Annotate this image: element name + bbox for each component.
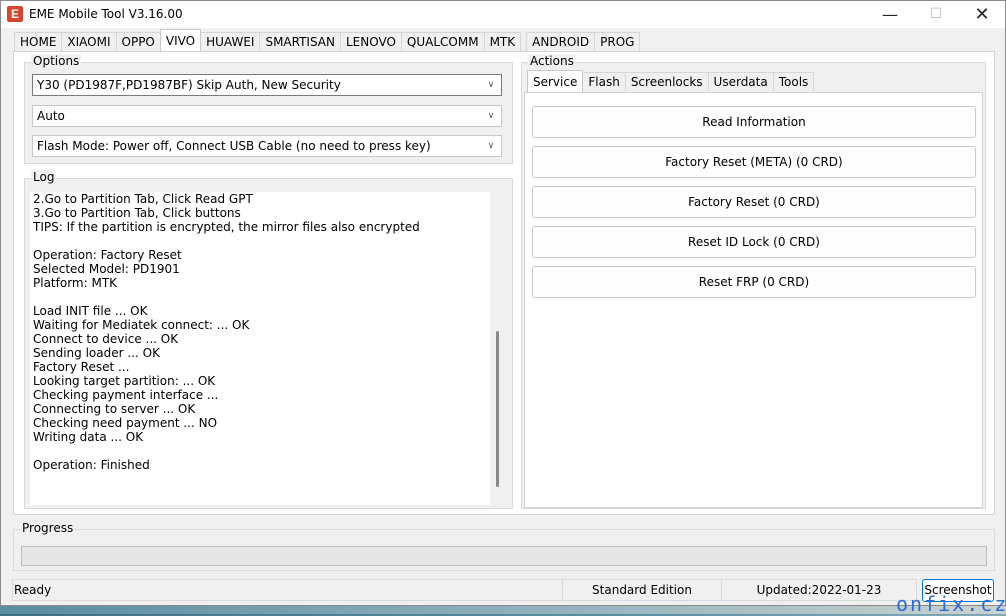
status-text: Ready xyxy=(14,583,52,597)
app-window: E EME Mobile Tool V3.16.00 — ☐ ✕ HOME XI… xyxy=(0,0,1006,606)
log-scrollbar[interactable] xyxy=(490,192,506,505)
log-line: Factory Reset ... xyxy=(33,360,130,374)
tab-qualcomm[interactable]: QUALCOMM xyxy=(400,32,485,51)
close-button[interactable]: ✕ xyxy=(959,1,1005,28)
factory-reset-button[interactable]: Factory Reset (0 CRD) xyxy=(532,186,976,218)
tab-android[interactable]: ANDROID xyxy=(526,32,596,51)
options-group: Options Y30 (PD1987F,PD1987BF) Skip Auth… xyxy=(24,54,513,164)
log-line: Operation: Factory Reset xyxy=(33,248,182,262)
app-logo-icon: E xyxy=(7,6,23,22)
log-label: Log xyxy=(31,170,57,184)
reset-frp-button[interactable]: Reset FRP (0 CRD) xyxy=(532,266,976,298)
brand-tabbar: HOME XIAOMI OPPO VIVO HUAWEI SMARTISAN L… xyxy=(14,29,641,52)
subtab-userdata[interactable]: Userdata xyxy=(707,72,774,91)
reset-id-lock-button[interactable]: Reset ID Lock (0 CRD) xyxy=(532,226,976,258)
title-bar[interactable]: E EME Mobile Tool V3.16.00 — ☐ ✕ xyxy=(1,1,1005,28)
log-line: Looking target partition: ... OK xyxy=(33,374,216,388)
tab-content-panel: Options Y30 (PD1987F,PD1987BF) Skip Auth… xyxy=(13,51,995,515)
log-line: Checking need payment ... NO xyxy=(33,416,218,430)
tab-home[interactable]: HOME xyxy=(14,32,63,51)
actions-label: Actions xyxy=(528,54,576,68)
tab-xiaomi[interactable]: XIAOMI xyxy=(61,32,117,51)
tab-oppo[interactable]: OPPO xyxy=(115,32,161,51)
progress-bar xyxy=(21,546,987,566)
model-select[interactable]: Y30 (PD1987F,PD1987BF) Skip Auth, New Se… xyxy=(32,74,502,96)
minimize-button[interactable]: — xyxy=(867,1,913,28)
chevron-down-icon: ∨ xyxy=(487,80,495,90)
chevron-down-icon: ∨ xyxy=(487,111,495,121)
edition-panel: Standard Edition xyxy=(562,579,722,601)
log-line: Writing data ... OK xyxy=(33,430,144,444)
factory-reset-meta-button[interactable]: Factory Reset (META) (0 CRD) xyxy=(532,146,976,178)
tab-lenovo[interactable]: LENOVO xyxy=(340,32,402,51)
service-panel: Read Information Factory Reset (META) (0… xyxy=(524,92,983,508)
subtab-screenlocks[interactable]: Screenlocks xyxy=(624,72,709,91)
read-information-button[interactable]: Read Information xyxy=(532,106,976,138)
log-line: Platform: MTK xyxy=(33,276,118,290)
model-select-value: Y30 (PD1987F,PD1987BF) Skip Auth, New Se… xyxy=(37,78,341,92)
flash-mode-select[interactable]: Flash Mode: Power off, Connect USB Cable… xyxy=(32,135,502,157)
actions-subtabs: Service Flash Screenlocks Userdata Tools xyxy=(527,70,815,93)
chevron-down-icon: ∨ xyxy=(487,141,495,151)
log-line: Load INIT file ... OK xyxy=(33,304,148,318)
edition-text: Standard Edition xyxy=(592,583,692,597)
log-line: TIPS: If the partition is encrypted, the… xyxy=(33,220,420,234)
subtab-flash[interactable]: Flash xyxy=(582,72,626,91)
log-line: 3.Go to Partition Tab, Click buttons xyxy=(33,206,241,220)
tab-mtk[interactable]: MTK xyxy=(483,32,522,51)
port-select[interactable]: Auto ∨ xyxy=(32,105,502,127)
status-text-panel: Ready xyxy=(12,579,563,601)
subtab-service[interactable]: Service xyxy=(527,70,584,92)
log-textarea[interactable]: 2.Go to Partition Tab, Click Read GPT 3.… xyxy=(30,192,490,505)
tab-huawei[interactable]: HUAWEI xyxy=(200,32,261,51)
updated-text: Updated:2022-01-23 xyxy=(756,583,882,597)
log-line: Sending loader ... OK xyxy=(33,346,160,360)
updated-panel: Updated:2022-01-23 xyxy=(721,579,917,601)
log-group: Log 2.Go to Partition Tab, Click Read GP… xyxy=(24,170,513,509)
subtab-tools[interactable]: Tools xyxy=(772,72,815,91)
log-line: Operation: Finished xyxy=(33,458,150,472)
log-line: Connecting to server ... OK xyxy=(33,402,196,416)
log-line: Connect to device ... OK xyxy=(33,332,179,346)
actions-group: Actions Service Flash Screenlocks Userda… xyxy=(521,54,986,509)
log-line: 2.Go to Partition Tab, Click Read GPT xyxy=(33,192,253,206)
progress-group: Progress xyxy=(13,521,995,571)
log-line: Selected Model: PD1901 xyxy=(33,262,180,276)
log-line: Waiting for Mediatek connect: ... OK xyxy=(33,318,250,332)
port-select-value: Auto xyxy=(37,109,65,123)
flash-mode-select-value: Flash Mode: Power off, Connect USB Cable… xyxy=(37,139,431,153)
watermark-text: onfix.cz xyxy=(896,592,1006,616)
tab-smartisan[interactable]: SMARTISAN xyxy=(259,32,341,51)
maximize-button[interactable]: ☐ xyxy=(913,1,959,28)
progress-label: Progress xyxy=(20,521,76,535)
tab-prog[interactable]: PROG xyxy=(594,32,641,51)
tab-vivo[interactable]: VIVO xyxy=(159,29,202,51)
log-scrollbar-thumb[interactable] xyxy=(496,331,499,487)
options-label: Options xyxy=(31,54,82,68)
log-line: Checking payment interface ... xyxy=(33,388,219,402)
window-title: EME Mobile Tool V3.16.00 xyxy=(29,7,183,21)
